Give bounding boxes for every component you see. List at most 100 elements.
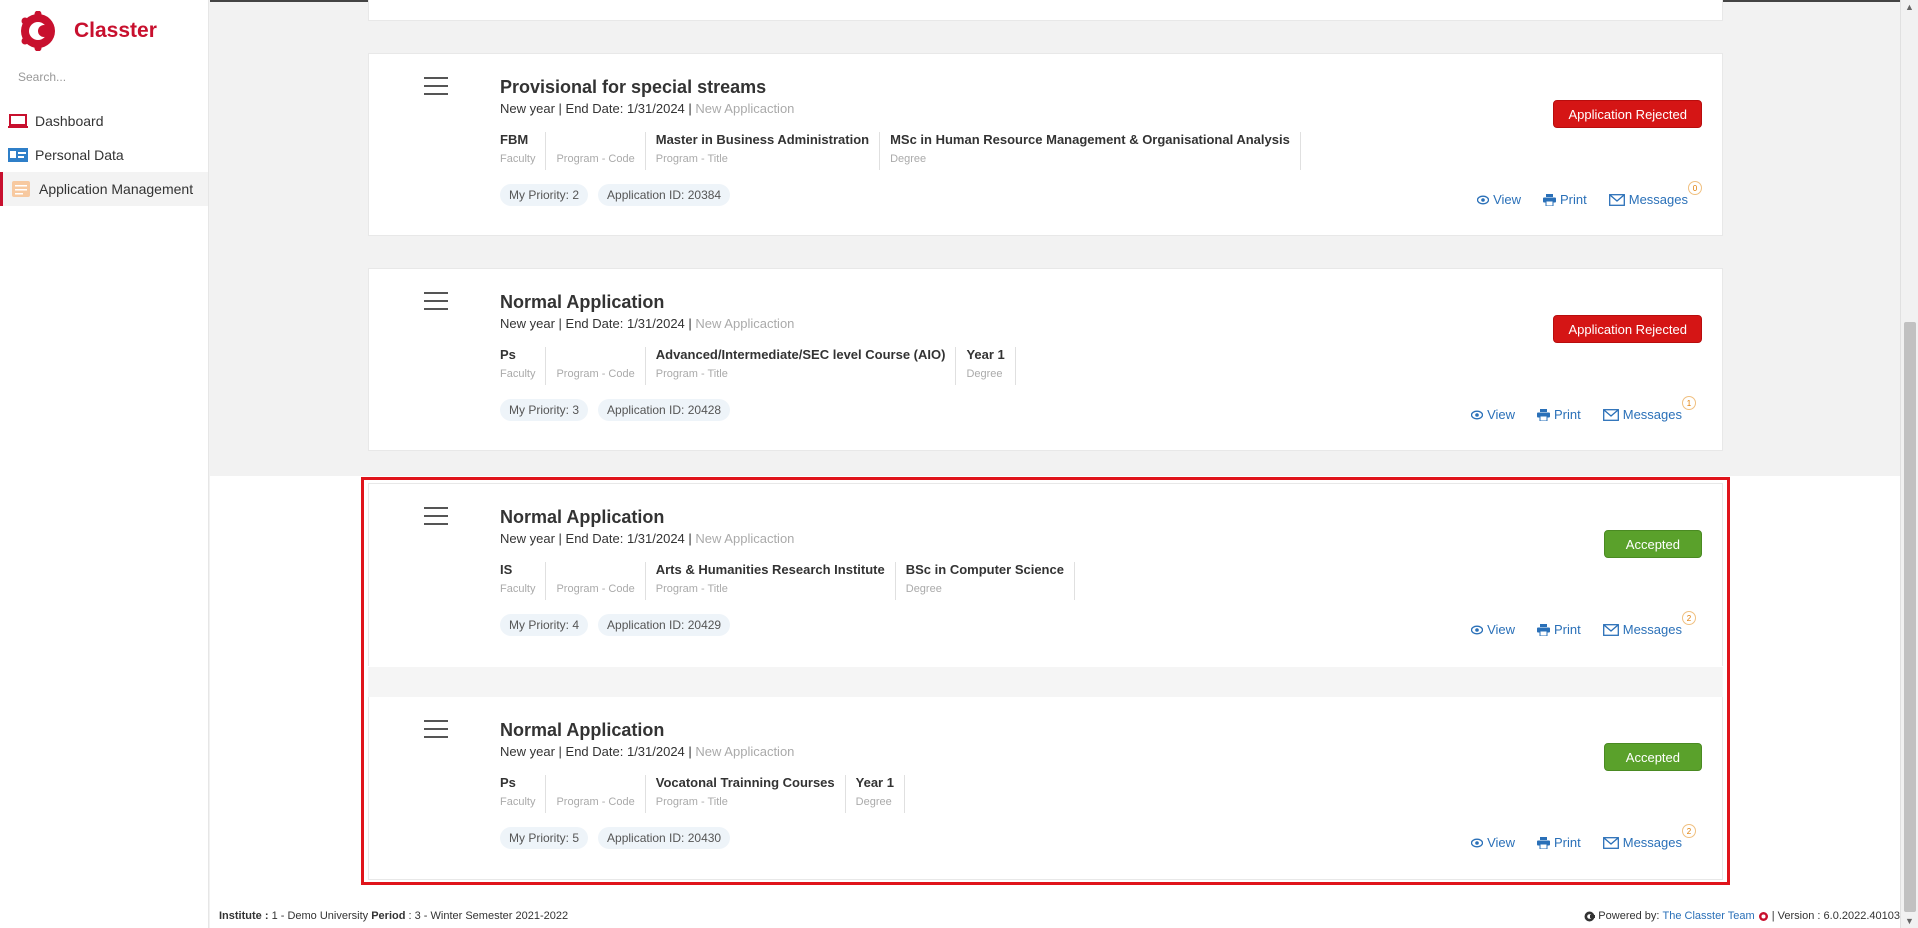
print-label: Print xyxy=(1554,622,1581,637)
view-link[interactable]: View xyxy=(1471,407,1515,422)
scroll-up-arrow-icon[interactable]: ▲ xyxy=(1905,2,1914,12)
sidebar-item-application-management[interactable]: Application Management xyxy=(0,172,208,206)
field-value xyxy=(556,775,634,793)
brand[interactable]: Classter xyxy=(0,0,208,62)
classter-c-icon xyxy=(1584,911,1596,921)
application-year: New year xyxy=(500,101,555,116)
application-id-badge: Application ID: 20430 xyxy=(598,827,731,849)
sidebar-item-label: Dashboard xyxy=(35,113,104,129)
sidebar-item-label: Personal Data xyxy=(35,147,124,163)
field-program-code: Program - Code xyxy=(556,775,646,813)
field-label: Program - Title xyxy=(655,796,728,808)
hamburger-menu-icon[interactable] xyxy=(424,507,448,525)
application-end-date: End Date: 1/31/2024 xyxy=(565,744,685,759)
messages-link[interactable]: Messages 2 xyxy=(1602,824,1696,850)
application-year: New year xyxy=(500,531,555,546)
application-type: New Applicaction xyxy=(695,101,795,116)
field-value: BSc in Computer Science xyxy=(905,562,1064,577)
field-value xyxy=(556,562,634,580)
view-link[interactable]: View xyxy=(1471,622,1515,637)
footer: Institute : 1 - Demo University Period :… xyxy=(210,900,1900,928)
scrollbar-thumb[interactable] xyxy=(1904,322,1916,912)
field-faculty: IS Faculty xyxy=(500,562,547,600)
id-card-icon xyxy=(8,147,28,163)
application-tags: My Priority: 4 Application ID: 20429 xyxy=(500,614,740,636)
application-card: Normal Application New year | End Date: … xyxy=(368,483,1723,666)
field-program-title: Master in Business Administration Program… xyxy=(656,132,881,170)
envelope-icon xyxy=(1602,836,1619,849)
scrollbar[interactable]: ▲ ▼ xyxy=(1900,0,1918,928)
field-degree: BSc in Computer Science Degree xyxy=(906,562,1075,600)
scroll-down-arrow-icon[interactable]: ▼ xyxy=(1905,916,1914,926)
field-label: Program - Code xyxy=(556,583,635,595)
print-link[interactable]: Print xyxy=(1537,407,1581,422)
printer-icon xyxy=(1537,408,1551,421)
messages-label: Messages xyxy=(1622,835,1682,850)
classter-team-link[interactable]: The Classter Team xyxy=(1663,910,1755,922)
field-label: Degree xyxy=(890,153,927,165)
print-link[interactable]: Print xyxy=(1543,192,1587,207)
envelope-icon xyxy=(1602,408,1619,421)
main-content: Provisional for special streams New year… xyxy=(210,0,1900,900)
field-faculty: FBM Faculty xyxy=(500,132,547,170)
application-title: Normal Application xyxy=(500,507,665,527)
application-fields: IS Faculty Program - Code Arts & Humaniti… xyxy=(500,562,1085,600)
search-input[interactable]: Search... xyxy=(18,70,208,90)
application-card: Normal Application New year | End Date: … xyxy=(368,268,1723,451)
envelope-icon xyxy=(1602,623,1619,636)
messages-link[interactable]: Messages 2 xyxy=(1602,611,1696,637)
field-value: Ps xyxy=(500,775,516,790)
messages-link[interactable]: Messages 1 xyxy=(1602,396,1696,422)
footer-version-info: Powered by: The Classter Team | Version … xyxy=(1584,910,1900,922)
application-actions: View Print Messages 1 xyxy=(1449,396,1696,422)
priority-badge: My Priority: 2 xyxy=(500,184,589,206)
field-value: Vocatonal Trainning Courses xyxy=(655,775,835,790)
application-type: New Applicaction xyxy=(695,316,795,331)
print-label: Print xyxy=(1554,407,1581,422)
field-value: IS xyxy=(500,562,513,577)
application-id-badge: Application ID: 20428 xyxy=(598,399,731,421)
application-subtitle: New year | End Date: 1/31/2024 | New App… xyxy=(500,531,795,546)
sidebar: Classter Search... Dashboard Personal Da… xyxy=(0,0,209,928)
field-value: FBM xyxy=(500,132,529,147)
eye-icon xyxy=(1471,838,1484,847)
field-label: Program - Title xyxy=(655,583,728,595)
field-label: Faculty xyxy=(500,583,536,595)
sidebar-item-dashboard[interactable]: Dashboard xyxy=(0,104,208,138)
classter-logo-small-icon xyxy=(1758,911,1768,921)
view-link[interactable]: View xyxy=(1471,835,1515,850)
application-title: Provisional for special streams xyxy=(500,77,767,97)
hamburger-menu-icon[interactable] xyxy=(424,292,448,310)
print-link[interactable]: Print xyxy=(1537,622,1581,637)
field-value: Advanced/Intermediate/SEC level Course (… xyxy=(655,347,946,362)
message-count-badge: 2 xyxy=(1682,611,1696,625)
application-type: New Applicaction xyxy=(695,744,795,759)
application-year: New year xyxy=(500,316,555,331)
messages-link[interactable]: Messages 0 xyxy=(1608,181,1702,207)
field-faculty: Ps Faculty xyxy=(500,775,547,813)
application-fields: Ps Faculty Program - Code Vocatonal Train… xyxy=(500,775,915,813)
institute-value: 1 - Demo University xyxy=(271,910,369,922)
application-actions: View Print Messages 0 xyxy=(1455,181,1702,207)
application-fields: Ps Faculty Program - Code Advanced/Interm… xyxy=(500,347,1026,385)
print-link[interactable]: Print xyxy=(1537,835,1581,850)
view-label: View xyxy=(1487,407,1516,422)
field-program-title: Arts & Humanities Research Institute Prog… xyxy=(656,562,896,600)
field-program-code: Program - Code xyxy=(556,132,646,170)
message-count-badge: 2 xyxy=(1682,824,1696,838)
field-label: Faculty xyxy=(500,368,536,380)
hamburger-menu-icon[interactable] xyxy=(424,77,448,95)
application-year: New year xyxy=(500,744,555,759)
status-badge: Application Rejected xyxy=(1553,100,1702,128)
hamburger-menu-icon[interactable] xyxy=(424,720,448,738)
application-tags: My Priority: 2 Application ID: 20384 xyxy=(500,184,740,206)
field-label: Degree xyxy=(905,583,942,595)
application-end-date: End Date: 1/31/2024 xyxy=(565,316,685,331)
view-link[interactable]: View xyxy=(1477,192,1521,207)
status-badge: Accepted xyxy=(1603,743,1702,771)
sidebar-item-personal-data[interactable]: Personal Data xyxy=(0,138,208,172)
sidebar-item-label: Application Management xyxy=(39,181,194,197)
status-badge: Application Rejected xyxy=(1553,315,1702,343)
field-label: Degree xyxy=(966,368,1003,380)
field-value xyxy=(556,132,634,150)
